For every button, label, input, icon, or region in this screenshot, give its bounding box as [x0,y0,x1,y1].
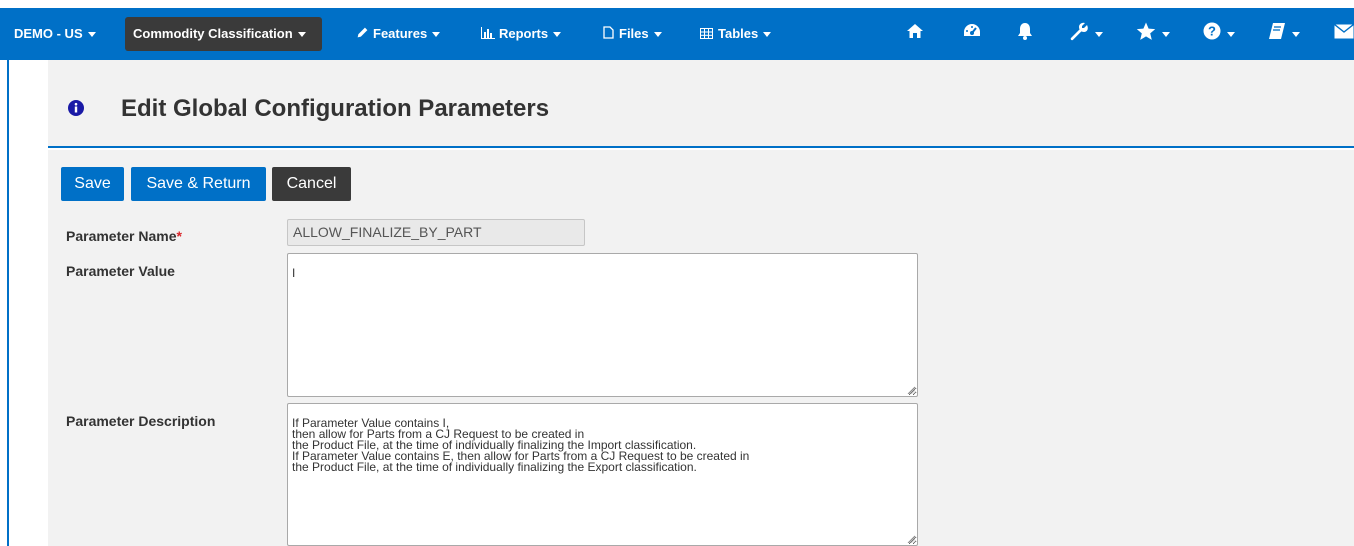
module-dropdown[interactable]: Commodity Classification [133,8,306,60]
left-accent-border [7,60,9,546]
file-icon [603,26,614,39]
book-icon [1269,23,1285,39]
features-label: Features [373,26,428,41]
parameter-name-field: ALLOW_FINALIZE_BY_PART [287,219,585,246]
bar-chart-icon [481,27,495,39]
required-marker: * [176,228,182,244]
docs-menu[interactable] [1268,22,1302,46]
cancel-button[interactable]: Cancel [272,167,351,201]
company-label: DEMO - US [14,26,83,41]
chevron-down-icon [1227,32,1235,37]
info-icon [68,100,84,116]
parameter-name-label: Parameter Name* [66,228,182,244]
parameter-description-textarea[interactable]: If Parameter Value contains I, then allo… [287,403,918,546]
reports-menu[interactable]: Reports [481,8,562,60]
tables-menu[interactable]: Tables [700,8,772,60]
resize-grip-icon[interactable] [907,535,915,543]
top-strip [0,0,1354,8]
chevron-down-icon [553,32,562,38]
parameter-value-text: I [292,266,296,280]
company-dropdown[interactable]: DEMO - US [14,8,96,60]
chevron-down-icon [1292,32,1300,37]
chevron-down-icon [432,32,441,38]
help-icon: ? [1203,22,1221,40]
dashboard-button[interactable] [962,22,982,46]
chevron-down-icon [1162,32,1170,37]
files-label: Files [619,26,649,41]
help-menu[interactable]: ? [1203,22,1237,46]
favorites-menu[interactable] [1136,22,1170,46]
home-icon [907,24,923,38]
svg-text:?: ? [1208,24,1216,39]
chevron-down-icon [763,32,772,38]
page-header: Edit Global Configuration Parameters [48,60,1354,148]
files-menu[interactable]: Files [603,8,662,60]
messages-button[interactable] [1334,22,1354,46]
tools-menu[interactable] [1069,22,1103,46]
chevron-down-icon [1095,32,1103,37]
home-button[interactable] [906,22,924,46]
reports-label: Reports [499,26,549,41]
bell-icon [1018,23,1032,40]
save-button[interactable]: Save [61,167,124,201]
notifications-button[interactable] [1017,22,1033,46]
module-label: Commodity Classification [133,26,293,41]
pencil-icon [357,27,368,38]
wrench-icon [1070,22,1088,41]
resize-grip-icon[interactable] [907,386,915,394]
chevron-down-icon [653,32,662,38]
tables-label: Tables [718,26,759,41]
save-and-return-button[interactable]: Save & Return [131,167,266,201]
star-icon [1136,22,1156,40]
page-title: Edit Global Configuration Parameters [121,95,550,122]
dashboard-icon [964,24,980,36]
envelope-icon [1334,24,1354,39]
parameter-name-label-text: Parameter Name [66,228,177,244]
features-menu[interactable]: Features [356,8,441,60]
chevron-down-icon [297,32,306,38]
main-navbar: DEMO - US Commodity Classification Featu… [0,8,1354,60]
chevron-down-icon [87,32,96,38]
parameter-value-label: Parameter Value [66,263,175,279]
parameter-description-label: Parameter Description [66,413,216,429]
parameter-description-text: If Parameter Value contains I, then allo… [292,416,750,474]
table-icon [700,28,713,39]
parameter-value-textarea[interactable]: I [287,253,918,397]
